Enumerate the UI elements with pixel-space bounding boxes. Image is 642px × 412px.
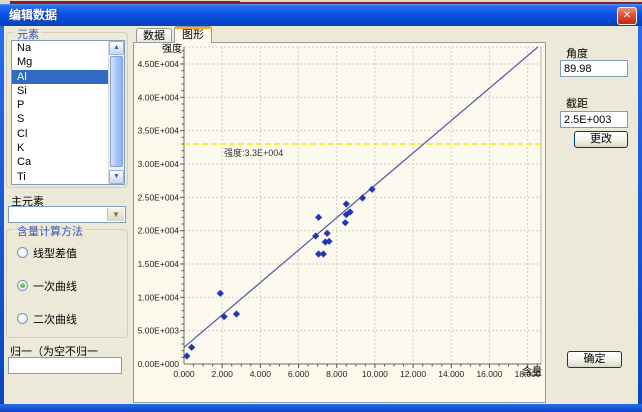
angle-input[interactable] — [560, 60, 628, 77]
list-item-al[interactable]: Al — [12, 70, 109, 84]
ok-button[interactable]: 确定 — [567, 351, 622, 368]
svg-text:3.00E+004: 3.00E+004 — [138, 159, 180, 169]
radio-icon[interactable] — [17, 313, 28, 324]
svg-text:2.00E+004: 2.00E+004 — [138, 226, 180, 236]
list-item-si[interactable]: Si — [12, 84, 109, 98]
scatter-chart: 0.00E+000 5.00E+003 1.00E+004 1.50E+004 2.00… — [134, 43, 547, 404]
svg-text:强度: 强度 — [162, 43, 182, 55]
list-item-s[interactable]: S — [12, 112, 109, 126]
svg-text:12.000: 12.000 — [400, 369, 426, 379]
radio-selected-icon[interactable] — [17, 280, 28, 291]
chevron-down-icon[interactable]: ▼ — [107, 208, 124, 221]
element-listbox[interactable]: NaMgAlSiPSClKCaTi ▲ ▼ — [11, 40, 125, 185]
tab-graph[interactable]: 图形 — [174, 26, 212, 43]
svg-text:10.000: 10.000 — [362, 369, 388, 379]
chart-panel: 0.00E+000 5.00E+003 1.00E+004 1.50E+004 2.00… — [133, 42, 546, 403]
svg-text:6.000: 6.000 — [288, 369, 310, 379]
svg-text:4.000: 4.000 — [250, 369, 272, 379]
scrollbar-thumb[interactable] — [110, 56, 123, 167]
svg-text:16.000: 16.000 — [476, 369, 502, 379]
svg-text:14.000: 14.000 — [438, 369, 464, 379]
dialog-titlebar: 编辑数据 — [0, 4, 642, 26]
svg-text:4.00E+004: 4.00E+004 — [138, 92, 180, 102]
list-item-na[interactable]: Na — [12, 41, 109, 55]
intercept-input[interactable] — [560, 111, 628, 128]
radio-method-2[interactable]: 二次曲线 — [17, 312, 123, 325]
svg-text:2.50E+004: 2.50E+004 — [138, 192, 180, 202]
normalize-input[interactable] — [8, 357, 122, 374]
svg-text:0.00E+000: 0.00E+000 — [138, 359, 180, 369]
svg-text:1.50E+004: 1.50E+004 — [138, 259, 180, 269]
svg-text:3.50E+004: 3.50E+004 — [138, 126, 180, 136]
radio-label: 一次曲线 — [33, 278, 77, 294]
scroll-up-icon[interactable]: ▲ — [109, 41, 124, 55]
list-item-p[interactable]: P — [12, 98, 109, 112]
threshold-label: 强度:3.3E+004 — [224, 147, 283, 158]
svg-text:4.50E+004: 4.50E+004 — [138, 59, 180, 69]
radio-method-1[interactable]: 一次曲线 — [17, 279, 123, 292]
svg-text:5.00E+003: 5.00E+003 — [138, 326, 180, 336]
scroll-down-icon[interactable]: ▼ — [109, 170, 124, 184]
radio-icon[interactable] — [17, 247, 28, 258]
list-item-mg[interactable]: Mg — [12, 55, 109, 69]
radio-label: 线型差值 — [33, 245, 77, 261]
change-button[interactable]: 更改 — [574, 131, 628, 148]
dialog-border-right — [638, 26, 642, 404]
svg-text:0.000: 0.000 — [173, 369, 195, 379]
svg-text:含量: 含量 — [522, 365, 542, 378]
list-item-ca[interactable]: Ca — [12, 155, 109, 169]
svg-text:8.000: 8.000 — [326, 369, 348, 379]
svg-text:2.000: 2.000 — [212, 369, 234, 379]
tab-data[interactable]: 数据 — [136, 28, 172, 43]
close-icon[interactable]: ✕ — [617, 7, 637, 25]
listbox-scrollbar[interactable]: ▲ ▼ — [108, 41, 124, 184]
dialog-title: 编辑数据 — [9, 8, 57, 22]
svg-text:1.00E+004: 1.00E+004 — [138, 292, 180, 302]
method-group-label: 含量计算方法 — [14, 223, 86, 239]
radio-method-0[interactable]: 线型差值 — [17, 246, 123, 259]
list-item-cl[interactable]: Cl — [12, 127, 109, 141]
radio-label: 二次曲线 — [33, 311, 77, 327]
dialog-border-bottom — [0, 404, 642, 412]
list-item-ti[interactable]: Ti — [12, 170, 109, 184]
list-item-k[interactable]: K — [12, 141, 109, 155]
intercept-label: 截距 — [566, 95, 588, 111]
main-element-combobox[interactable]: ▼ — [8, 206, 126, 223]
angle-label: 角度 — [566, 45, 588, 61]
